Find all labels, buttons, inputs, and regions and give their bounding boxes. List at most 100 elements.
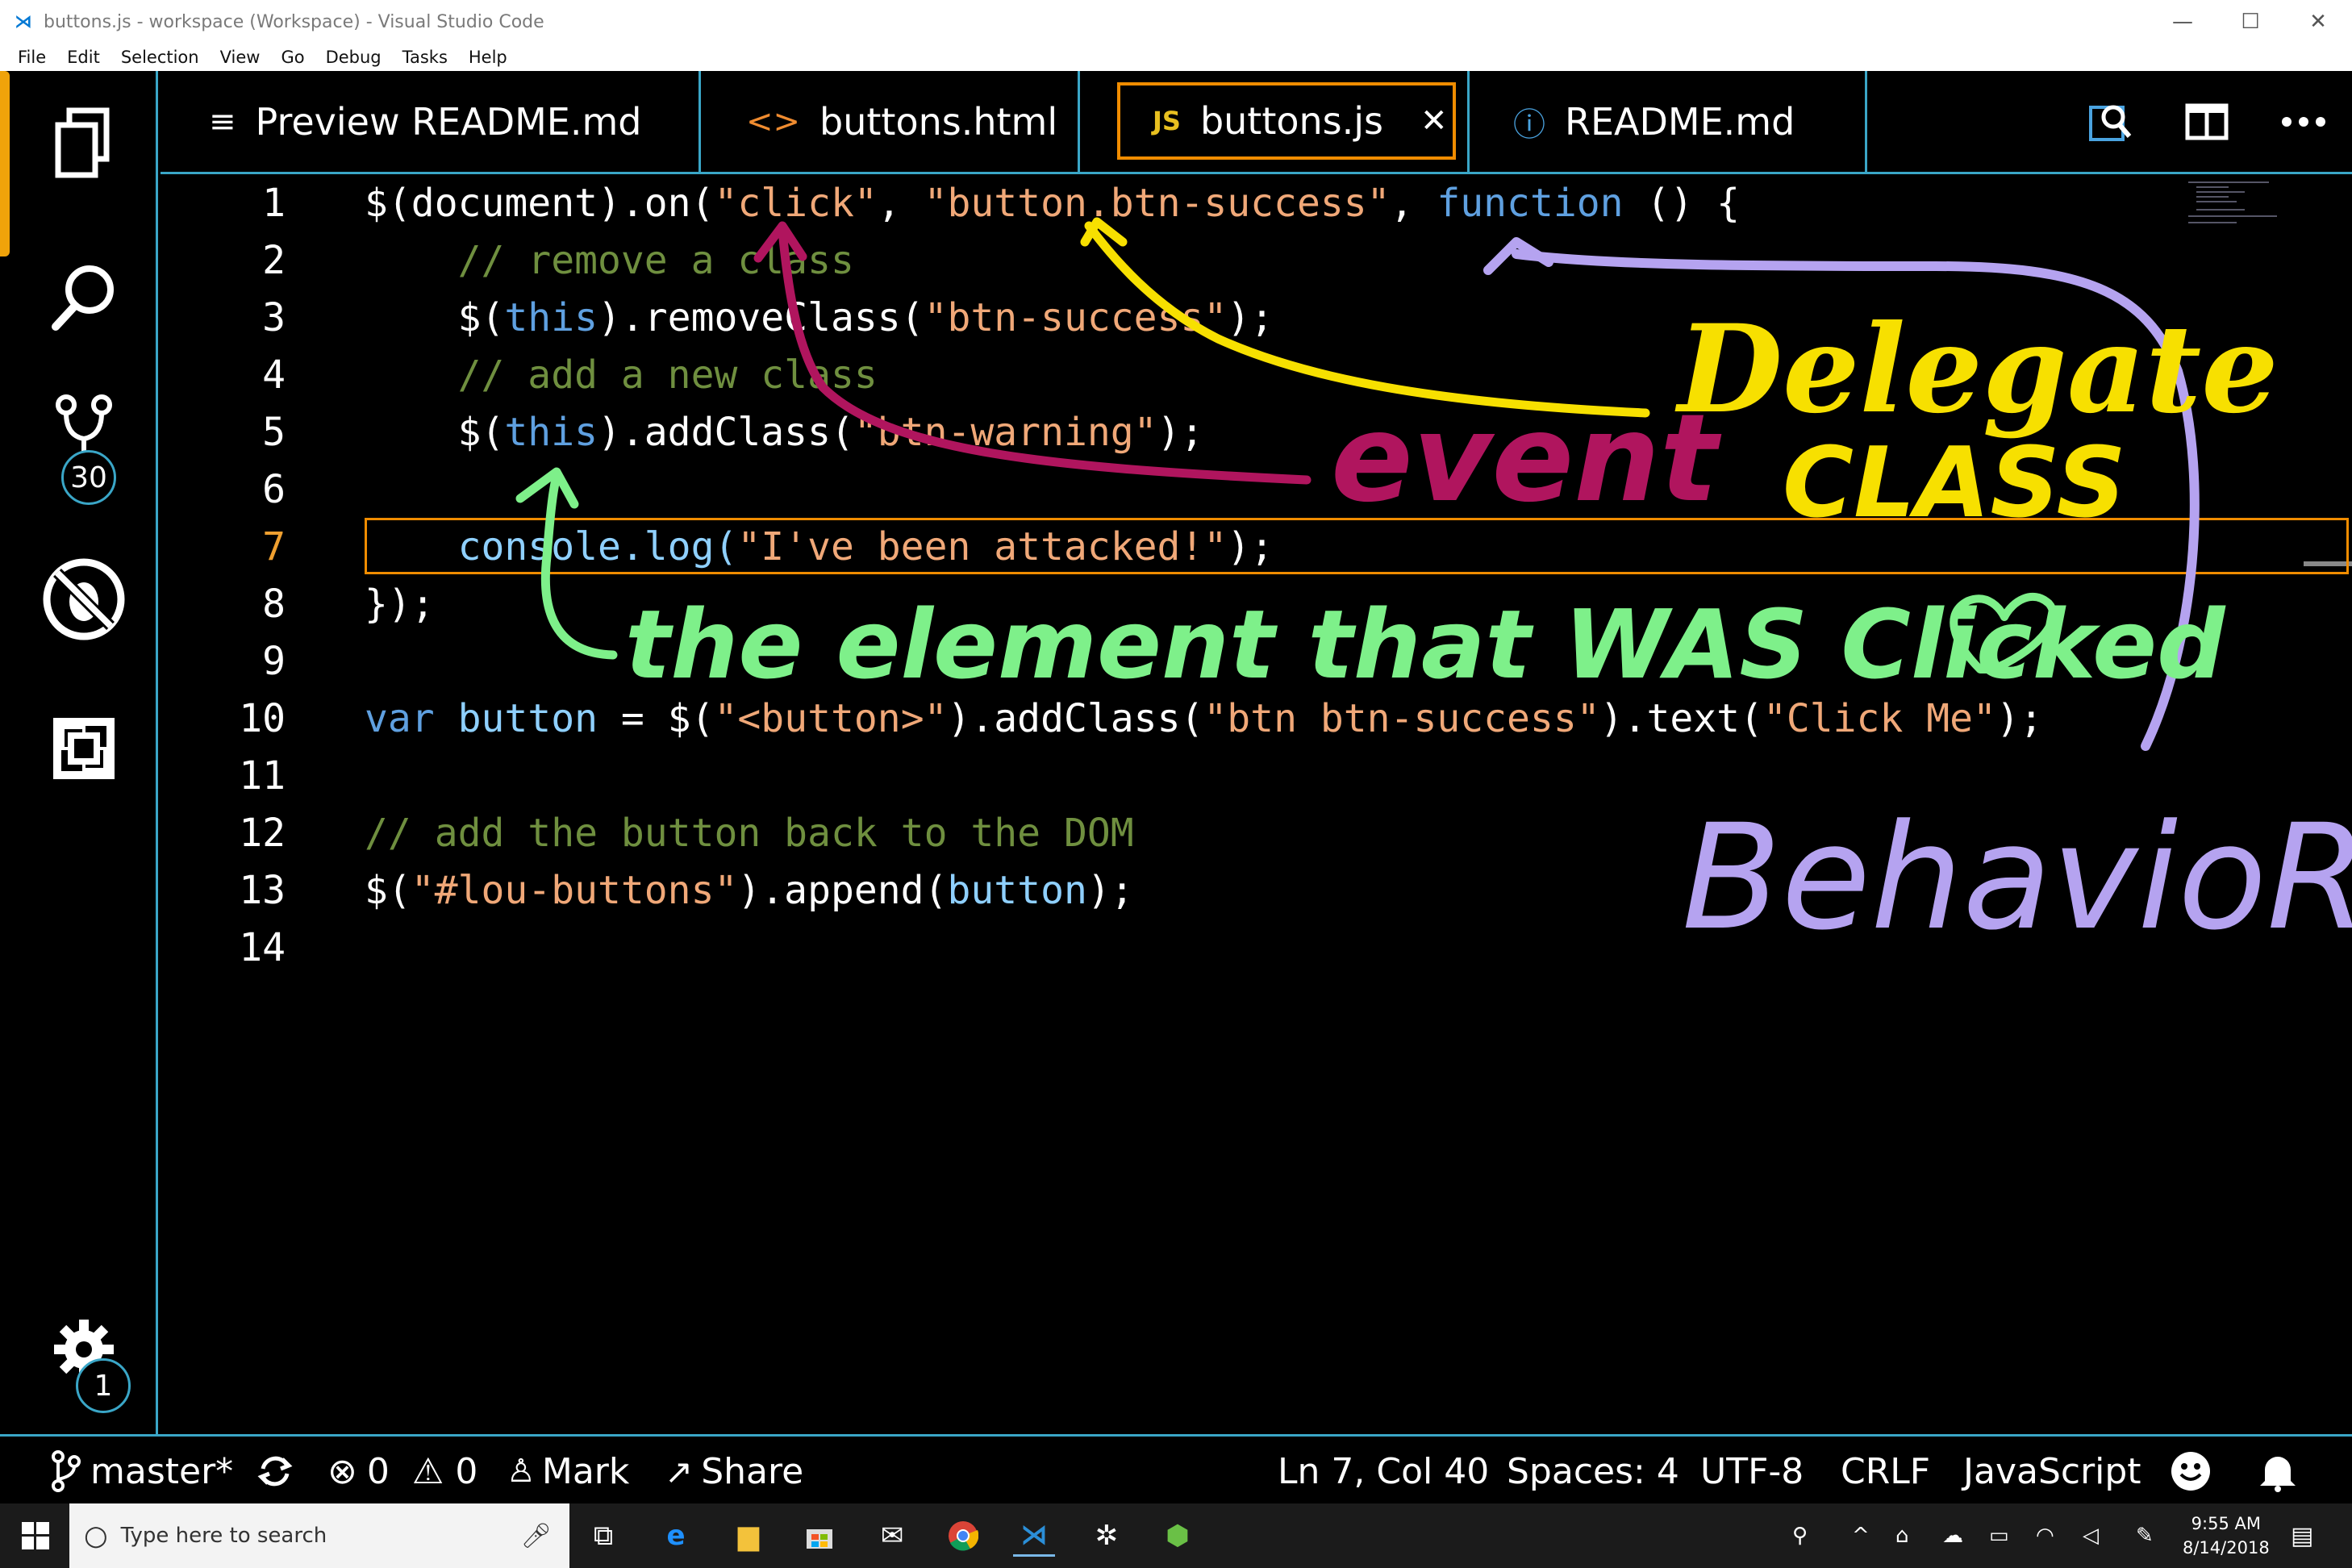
line-number: 10 bbox=[239, 695, 286, 741]
windows-start-icon[interactable] bbox=[15, 1515, 56, 1557]
indentation-status[interactable]: Spaces: 4 bbox=[1507, 1437, 1679, 1506]
line-number: 1 bbox=[262, 180, 286, 226]
menu-file[interactable]: File bbox=[18, 48, 46, 67]
git-branch-icon bbox=[52, 1450, 81, 1492]
branch-status[interactable]: master* bbox=[50, 1437, 233, 1506]
line-number: 3 bbox=[262, 294, 286, 340]
microphone-icon[interactable]: 🎤︎ bbox=[521, 1522, 552, 1550]
feedback-smiley-icon[interactable] bbox=[2170, 1437, 2212, 1506]
people-icon[interactable]: ⚲ bbox=[1792, 1503, 1808, 1568]
clock-date: 8/14/2018 bbox=[2183, 1538, 2270, 1558]
open-preview-icon[interactable] bbox=[2062, 101, 2158, 143]
share-status[interactable]: ↗ Share bbox=[665, 1437, 803, 1506]
menu-view[interactable]: View bbox=[220, 48, 261, 67]
mark-status[interactable]: ♙ Mark bbox=[507, 1437, 629, 1506]
editor-tab-bar: ≡ Preview README.md <> buttons.html JS b… bbox=[161, 71, 2352, 174]
slack-icon[interactable]: ✲ bbox=[1086, 1515, 1128, 1557]
problems-status[interactable]: ⊗ 0 ⚠ 0 bbox=[327, 1437, 477, 1506]
vscode-logo-icon: ⋊ bbox=[15, 11, 32, 32]
menu-tasks[interactable]: Tasks bbox=[402, 48, 448, 67]
chrome-icon[interactable] bbox=[942, 1515, 984, 1557]
minimize-button[interactable]: — bbox=[2149, 0, 2216, 44]
volume-icon[interactable]: ◁ bbox=[2083, 1503, 2099, 1568]
battery-icon[interactable]: ▭ bbox=[1989, 1503, 2009, 1568]
tab-label: buttons.js bbox=[1199, 99, 1384, 143]
close-window-button[interactable]: ✕ bbox=[2284, 0, 2352, 44]
tab-buttons-js[interactable]: JS buttons.js ✕ bbox=[1117, 82, 1456, 160]
tab-buttons-html[interactable]: <> buttons.html bbox=[701, 71, 1080, 172]
activity-bar: 30 1 bbox=[10, 71, 158, 1434]
window-title: buttons.js - workspace (Workspace) - Vis… bbox=[44, 11, 544, 32]
tab-label: buttons.html bbox=[819, 99, 1058, 144]
code-line-current: 7 console.log("I've been attacked!"); bbox=[161, 518, 2352, 575]
line-number: 4 bbox=[262, 352, 286, 398]
menu-selection[interactable]: Selection bbox=[121, 48, 199, 67]
explorer-icon[interactable] bbox=[10, 103, 158, 184]
line-number: 2 bbox=[262, 237, 286, 283]
search-placeholder: Type here to search bbox=[120, 1524, 327, 1548]
store-icon[interactable] bbox=[799, 1515, 840, 1557]
app-hexagon-icon[interactable]: ⬢ bbox=[1157, 1515, 1199, 1557]
info-icon: ⓘ bbox=[1513, 106, 1545, 144]
code-line: 11 bbox=[161, 747, 2352, 804]
file-explorer-icon[interactable]: ▆ bbox=[728, 1515, 769, 1557]
error-icon: ⊗ bbox=[327, 1450, 357, 1492]
warning-count: 0 bbox=[455, 1450, 478, 1492]
encoding-status[interactable]: UTF-8 bbox=[1700, 1437, 1804, 1506]
js-file-icon: JS bbox=[1153, 106, 1181, 136]
vscode-taskbar-icon[interactable]: ⋊ bbox=[1013, 1515, 1055, 1557]
debug-icon[interactable] bbox=[10, 555, 158, 644]
onedrive-icon[interactable]: ☁ bbox=[1942, 1503, 1963, 1568]
line-number: 5 bbox=[262, 409, 286, 455]
code-line: 13 $("#lou-buttons").append(button); bbox=[161, 861, 2352, 919]
task-view-icon[interactable]: ⧉ bbox=[582, 1515, 624, 1557]
menu-help[interactable]: Help bbox=[469, 48, 507, 67]
line-code: }); bbox=[365, 581, 435, 627]
source-control-icon[interactable] bbox=[10, 394, 158, 458]
branch-name: master* bbox=[90, 1450, 234, 1492]
line-number: 11 bbox=[239, 753, 286, 799]
maximize-button[interactable]: ☐ bbox=[2216, 0, 2284, 44]
pen-icon[interactable]: ✎ bbox=[2136, 1503, 2154, 1568]
split-editor-icon[interactable] bbox=[2158, 103, 2255, 140]
line-number: 14 bbox=[239, 924, 286, 970]
more-actions-icon[interactable] bbox=[2255, 116, 2352, 127]
menu-go[interactable]: Go bbox=[281, 48, 304, 67]
search-icon[interactable] bbox=[10, 256, 158, 337]
line-code: $("#lou-buttons").append(button); bbox=[365, 867, 1134, 913]
tab-label: Preview README.md bbox=[255, 99, 642, 144]
cursor-position[interactable]: Ln 7, Col 40 bbox=[1278, 1437, 1489, 1506]
mail-icon[interactable]: ✉ bbox=[871, 1515, 913, 1557]
wifi-icon[interactable]: ◠ bbox=[2036, 1503, 2054, 1568]
line-code: // add the button back to the DOM bbox=[365, 810, 1134, 856]
code-line: 6 bbox=[161, 461, 2352, 518]
action-center-icon[interactable]: ▤ bbox=[2291, 1503, 2313, 1568]
extensions-icon[interactable] bbox=[10, 708, 158, 789]
line-code: $(this).removeClass("btn-success"); bbox=[365, 294, 1274, 340]
eol-status[interactable]: CRLF bbox=[1841, 1437, 1930, 1506]
code-line: 1 $(document).on("click", "button.btn-su… bbox=[161, 174, 2352, 231]
edge-browser-icon[interactable]: e bbox=[655, 1515, 697, 1557]
tab-readme[interactable]: ⓘ README.md bbox=[1467, 71, 1867, 172]
windows-taskbar: ○ Type here to search 🎤︎ ⧉ e ▆ ✉ ⋊ ✲ ⬢ ⚲… bbox=[0, 1503, 2352, 1568]
code-line: 5 $(this).addClass("btn-warning"); bbox=[161, 403, 2352, 461]
source-control-badge: 30 bbox=[61, 450, 116, 505]
sync-icon[interactable] bbox=[256, 1437, 294, 1506]
explorer-active-indicator bbox=[0, 71, 10, 256]
tab-preview-readme[interactable]: ≡ Preview README.md bbox=[161, 71, 701, 172]
menu-debug[interactable]: Debug bbox=[326, 48, 382, 67]
clock[interactable]: 9:55 AM 8/14/2018 bbox=[2183, 1503, 2270, 1568]
language-mode[interactable]: JavaScript bbox=[1963, 1437, 2141, 1506]
line-code: $(document).on("click", "button.btn-succ… bbox=[365, 180, 1741, 226]
code-line: 8 }); bbox=[161, 575, 2352, 632]
code-editor[interactable]: 1 $(document).on("click", "button.btn-su… bbox=[161, 174, 2352, 1434]
share-label: Share bbox=[701, 1450, 804, 1492]
notifications-bell-icon[interactable] bbox=[2258, 1437, 2297, 1506]
line-number: 12 bbox=[239, 810, 286, 856]
menu-edit[interactable]: Edit bbox=[67, 48, 100, 67]
close-tab-icon[interactable]: ✕ bbox=[1420, 102, 1448, 140]
tray-icon-device[interactable]: ⌂ bbox=[1895, 1503, 1909, 1568]
taskbar-search-input[interactable]: ○ Type here to search 🎤︎ bbox=[69, 1503, 569, 1568]
code-line: 12 // add the button back to the DOM bbox=[161, 804, 2352, 861]
show-hidden-icons[interactable]: ^ bbox=[1852, 1503, 1870, 1568]
